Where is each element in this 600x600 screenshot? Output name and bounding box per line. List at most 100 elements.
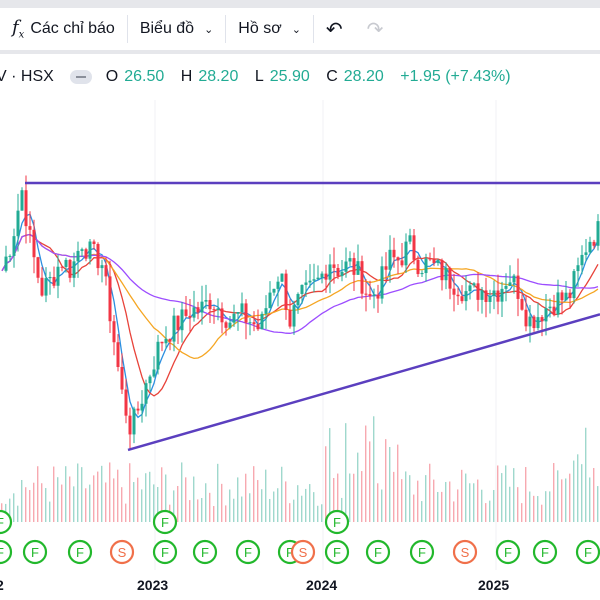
- event-label: S: [461, 545, 470, 560]
- candle-body: [532, 316, 536, 329]
- volume-bar: [309, 484, 311, 522]
- candle-body: [368, 294, 372, 297]
- candle-body: [220, 308, 224, 323]
- candle-body: [168, 338, 172, 342]
- volume-bar: [361, 471, 363, 522]
- volume-bar: [325, 446, 327, 522]
- candle-body: [408, 235, 412, 242]
- candle-body: [592, 241, 596, 246]
- event-label: F: [0, 545, 4, 560]
- volume-bar: [513, 468, 515, 522]
- candle-body: [428, 258, 432, 260]
- candle-body: [244, 303, 248, 323]
- candle-body: [304, 282, 308, 285]
- profile-menu-button[interactable]: Hồ sơ ⌄: [226, 14, 313, 44]
- candle-body: [76, 250, 80, 262]
- candle-body: [300, 284, 304, 294]
- candle-body: [504, 285, 508, 289]
- candle-body: [136, 408, 140, 411]
- close-label: C: [326, 68, 338, 85]
- redo-button[interactable]: ↷: [355, 14, 396, 44]
- volume-bar: [541, 504, 543, 522]
- volume-bar: [17, 505, 19, 522]
- candle-body: [200, 301, 204, 313]
- volume-bar: [537, 496, 539, 522]
- volume-bar: [37, 466, 39, 522]
- volume-bar: [437, 491, 439, 522]
- volume-bar: [573, 460, 575, 522]
- price-chart[interactable]: FFFSFFFFSFFFSFFFFFF: [0, 100, 600, 570]
- candle-body: [80, 249, 84, 251]
- collapse-toggle[interactable]: [69, 70, 92, 84]
- candle-body: [68, 259, 72, 278]
- x-tick-label: 2024: [306, 577, 338, 593]
- undo-button[interactable]: ↶: [314, 14, 355, 44]
- volume-bar: [417, 480, 419, 522]
- volume-bar: [529, 491, 531, 522]
- volume-bar: [453, 501, 455, 522]
- volume-bar: [497, 465, 499, 522]
- volume-bar: [109, 462, 111, 522]
- volume-bar: [249, 493, 251, 522]
- chart-menu-button[interactable]: Biểu đồ ⌄: [128, 14, 225, 44]
- volume-bar: [57, 477, 59, 522]
- support-trendline: [127, 313, 600, 452]
- candle-body: [228, 322, 232, 328]
- candle-body: [116, 342, 120, 367]
- volume-bar: [117, 469, 119, 522]
- volume-bar: [133, 482, 135, 522]
- candle-body: [208, 300, 212, 310]
- volume-bar: [289, 503, 291, 522]
- low-label: L: [254, 68, 264, 85]
- volume-bar: [445, 481, 447, 522]
- volume-bar: [277, 488, 279, 522]
- volume-bar: [241, 496, 243, 522]
- volume-bar: [281, 466, 283, 522]
- volume-bar: [597, 486, 599, 522]
- indicators-label: Các chỉ báo: [30, 20, 115, 37]
- candle-body: [8, 255, 12, 257]
- event-label: F: [244, 545, 252, 560]
- candle-body: [560, 292, 564, 301]
- candle-body: [112, 321, 116, 343]
- candle-body: [184, 309, 188, 316]
- chevron-down-icon: ⌄: [204, 23, 214, 36]
- top-strip: [0, 0, 600, 8]
- candle-body: [336, 267, 340, 277]
- candle-body: [56, 266, 60, 286]
- volume-bar: [593, 468, 595, 522]
- volume-bar: [65, 466, 67, 522]
- candle-body: [124, 389, 128, 416]
- volume-bar: [405, 471, 407, 522]
- candle-body: [444, 267, 448, 281]
- candle-body: [460, 296, 464, 302]
- candle-body: [476, 283, 480, 300]
- volume-bar: [345, 423, 347, 522]
- volume-bar: [397, 444, 399, 522]
- event-label: F: [333, 545, 341, 560]
- volume-bar: [441, 491, 443, 522]
- candle-body: [356, 261, 360, 275]
- candle-body: [516, 275, 520, 299]
- candle-body: [284, 273, 288, 310]
- volume-bar: [461, 469, 463, 522]
- event-label: F: [201, 545, 209, 560]
- volume-bar: [149, 471, 151, 522]
- candle-body: [588, 241, 592, 253]
- indicators-button[interactable]: fx Các chỉ báo: [0, 14, 127, 44]
- candle-body: [88, 241, 92, 259]
- candle-body: [148, 376, 152, 384]
- candle-body: [296, 293, 300, 306]
- candle-body: [272, 288, 276, 293]
- symbol-name[interactable]: V · HSX: [0, 68, 54, 86]
- volume-bar: [585, 427, 587, 522]
- volume-bar: [217, 463, 219, 522]
- candle-body: [484, 290, 488, 302]
- event-label: F: [504, 545, 512, 560]
- candle-body: [204, 300, 208, 302]
- candle-body: [60, 266, 64, 268]
- volume-bar: [125, 503, 127, 522]
- volume-bar: [313, 492, 315, 522]
- volume-bar: [561, 479, 563, 522]
- volume-bar: [97, 471, 99, 522]
